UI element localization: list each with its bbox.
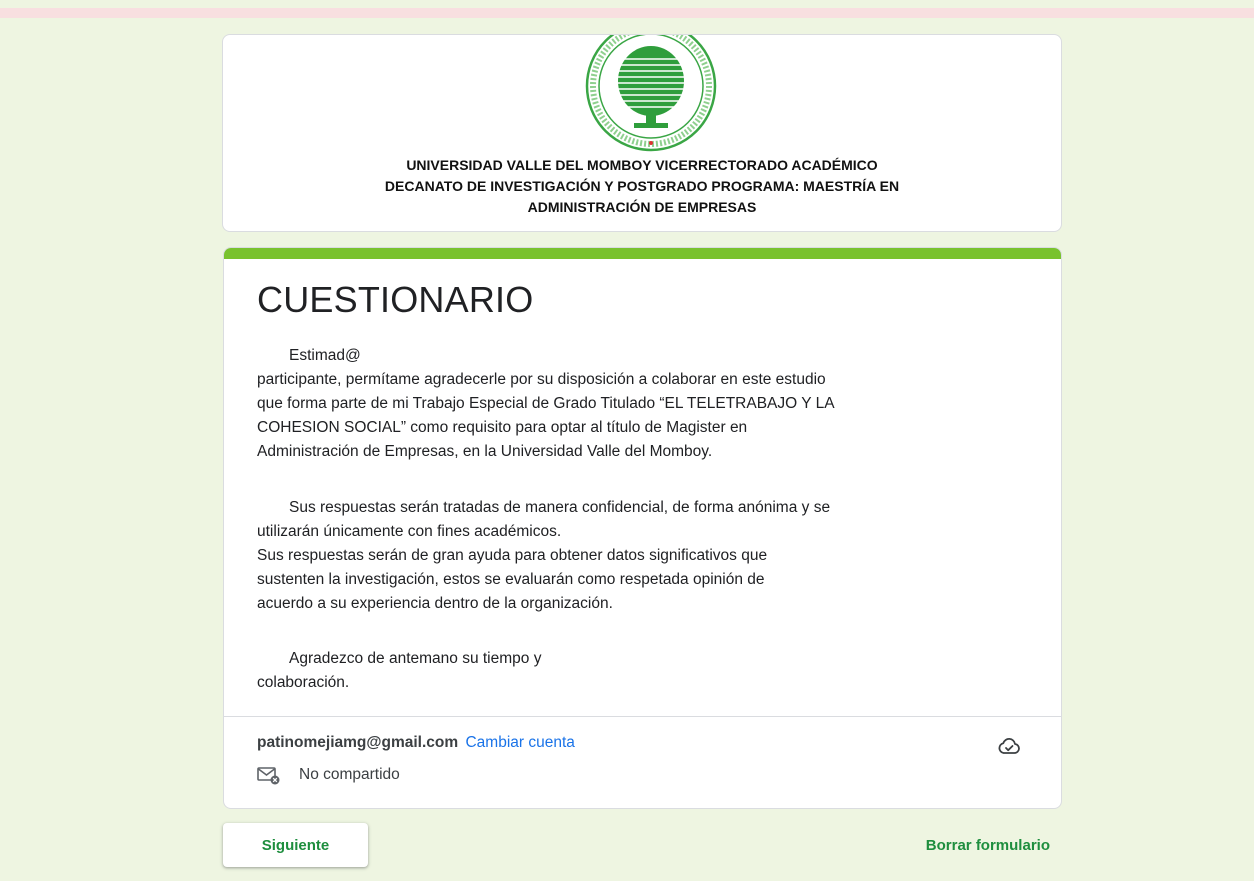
header-institution-text: UNIVERSIDAD VALLE DEL MOMBOY VICERRECTOR… xyxy=(223,155,1061,218)
mail-not-shared-icon xyxy=(257,767,280,785)
description-paragraph-1: Estimad@ participante, permítame agradec… xyxy=(257,344,1017,464)
switch-account-link[interactable]: Cambiar cuenta xyxy=(465,734,574,751)
form-description-card: CUESTIONARIO Estimad@ participante, perm… xyxy=(223,247,1062,809)
description-line: Administración de Empresas, en la Univer… xyxy=(257,443,713,460)
description-line: COHESION SOCIAL” como requisito para opt… xyxy=(257,419,748,436)
account-email: patinomejiamg@gmail.com xyxy=(257,734,459,751)
description-line: utilizarán únicamente con fines académic… xyxy=(257,523,562,540)
description-paragraph-2: Sus respuestas serán tratadas de manera … xyxy=(257,496,1017,616)
top-banner-strip xyxy=(0,0,1254,20)
cloud-check-icon[interactable] xyxy=(997,734,1021,758)
next-button[interactable]: Siguiente xyxy=(223,823,368,867)
shared-status-text: No compartido xyxy=(299,766,400,783)
description-line: participante, permítame agradecerle por … xyxy=(257,371,826,388)
description-line: que forma parte de mi Trabajo Especial d… xyxy=(257,395,835,412)
description-line: Sus respuestas serán de gran ayuda para … xyxy=(257,547,768,564)
description-line: colaboración. xyxy=(257,674,350,691)
description-line: Estimad@ xyxy=(289,347,361,364)
description-paragraph-3: Agradezco de antemano su tiempo y colabo… xyxy=(257,647,1017,695)
header-line: ADMINISTRACIÓN DE EMPRESAS xyxy=(527,199,757,215)
clear-form-button[interactable]: Borrar formulario xyxy=(890,827,1060,863)
top-color-band xyxy=(0,8,1254,18)
description-line: acuerdo a su experiencia dentro de la or… xyxy=(257,595,613,612)
accent-bar xyxy=(224,248,1061,259)
header-line: UNIVERSIDAD VALLE DEL MOMBOY VICERRECTOR… xyxy=(406,157,878,173)
account-row: patinomejiamg@gmail.com Cambiar cuenta xyxy=(257,732,575,754)
description-line: Sus respuestas serán tratadas de manera … xyxy=(289,499,831,516)
divider xyxy=(224,716,1061,717)
form-title: CUESTIONARIO xyxy=(257,279,534,320)
university-seal-icon xyxy=(585,35,717,152)
header-card: UNIVERSIDAD VALLE DEL MOMBOY VICERRECTOR… xyxy=(222,34,1062,232)
description-line: Agradezco de antemano su tiempo y xyxy=(289,650,542,667)
description-line: sustenten la investigación, estos se eva… xyxy=(257,571,765,588)
header-line: DECANATO DE INVESTIGACIÓN Y POSTGRADO PR… xyxy=(384,178,900,194)
